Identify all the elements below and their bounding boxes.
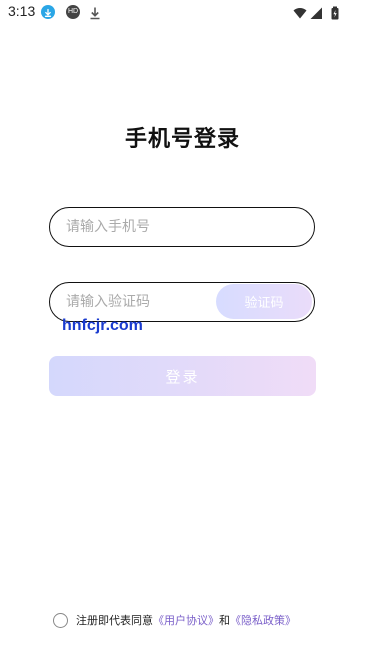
verification-code-field[interactable]: 验证码 (49, 282, 315, 322)
verification-code-input[interactable] (66, 283, 206, 320)
get-code-button[interactable]: 验证码 (216, 284, 312, 319)
phone-input[interactable] (66, 208, 296, 245)
status-bar: 3:13 HD (0, 0, 365, 24)
watermark: hnfcjr.com (62, 317, 143, 334)
phone-field[interactable] (49, 207, 315, 247)
user-agreement-link[interactable]: 《用户协议》 (153, 612, 219, 628)
signal-icon (309, 5, 323, 19)
battery-icon (328, 5, 342, 20)
login-button[interactable]: 登录 (49, 356, 316, 396)
agree-checkbox[interactable] (53, 612, 68, 628)
page-title: 手机号登录 (124, 127, 240, 152)
hd-badge-icon: HD (66, 5, 80, 19)
agreement-conjunction: 和 (219, 614, 230, 627)
agreement-row: 注册即代表同意 《用户协议》 和 《隐私政策》 (53, 610, 296, 630)
status-time: 3:13 (8, 3, 36, 19)
download-icon (88, 5, 102, 20)
agreement-prefix: 注册即代表同意 (76, 614, 153, 627)
download-badge-icon (41, 5, 55, 19)
privacy-policy-link[interactable]: 《隐私政策》 (230, 612, 296, 628)
wifi-icon (293, 5, 307, 19)
